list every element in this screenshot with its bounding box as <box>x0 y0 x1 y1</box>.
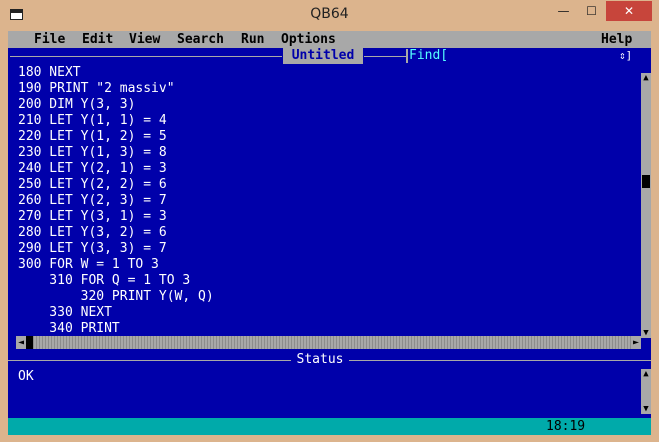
code-line[interactable]: 260 LET Y(2, 3) = 7 <box>18 193 638 209</box>
horizontal-scroll-thumb[interactable] <box>26 336 33 349</box>
find-divider <box>406 49 408 63</box>
clock: 18:19 <box>546 419 586 434</box>
vertical-scrollbar[interactable]: ▲ ▼ <box>641 73 651 338</box>
code-line[interactable]: 190 PRINT "2 massiv" <box>18 81 638 97</box>
menu-bar: File Edit View Search Run Options Help <box>8 31 651 48</box>
menu-view[interactable]: View <box>129 32 160 47</box>
code-line[interactable]: 250 LET Y(2, 2) = 6 <box>18 177 638 193</box>
qb64-client-area: File Edit View Search Run Options Help U… <box>8 31 651 435</box>
tab-untitled[interactable]: Untitled <box>283 48 363 64</box>
menu-run[interactable]: Run <box>241 32 264 47</box>
menu-search[interactable]: Search <box>177 32 224 47</box>
code-line[interactable]: 230 LET Y(1, 3) = 8 <box>18 145 638 161</box>
code-line[interactable]: 210 LET Y(1, 1) = 4 <box>18 113 638 129</box>
code-line[interactable]: 270 LET Y(3, 1) = 3 <box>18 209 638 225</box>
title-bar[interactable]: QB64 — ☐ ✕ <box>0 0 659 31</box>
find-scroll-icon[interactable]: ⇕] <box>619 49 637 62</box>
scroll-left-icon[interactable]: ◄ <box>16 336 26 349</box>
scroll-down-icon[interactable]: ▼ <box>641 328 651 338</box>
status-scrollbar[interactable]: ▲ ▼ <box>641 369 651 414</box>
code-line[interactable]: 200 DIM Y(3, 3) <box>18 97 638 113</box>
menu-help[interactable]: Help <box>601 32 632 47</box>
code-line[interactable]: 290 LET Y(3, 3) = 7 <box>18 241 638 257</box>
scroll-right-icon[interactable]: ► <box>631 336 641 349</box>
minimize-button[interactable]: — <box>550 1 577 21</box>
code-line[interactable]: 280 LET Y(3, 2) = 6 <box>18 225 638 241</box>
code-line[interactable]: 320 PRINT Y(W, Q) <box>18 289 638 305</box>
status-title: Status <box>291 352 349 368</box>
menu-edit[interactable]: Edit <box>82 32 113 47</box>
menu-file[interactable]: File <box>34 32 65 47</box>
code-line[interactable]: 240 LET Y(2, 1) = 3 <box>18 161 638 177</box>
find-field[interactable]: Find[ <box>409 48 641 64</box>
status-scroll-up-icon[interactable]: ▲ <box>641 369 651 379</box>
editor-top-border-right <box>364 56 406 57</box>
code-line[interactable]: 180 NEXT <box>18 65 638 81</box>
code-line[interactable]: 310 FOR Q = 1 TO 3 <box>18 273 638 289</box>
editor-top-border <box>10 56 282 57</box>
app-window: QB64 — ☐ ✕ File Edit View Search Run Opt… <box>0 0 659 442</box>
code-line[interactable]: 220 LET Y(1, 2) = 5 <box>18 129 638 145</box>
maximize-button[interactable]: ☐ <box>578 1 605 21</box>
close-button[interactable]: ✕ <box>606 1 652 21</box>
code-editor[interactable]: 180 NEXT 190 PRINT "2 massiv" 200 DIM Y(3,… <box>18 65 638 337</box>
code-line[interactable]: 330 NEXT <box>18 305 638 321</box>
bottom-status-bar: 18:19 <box>8 418 651 435</box>
scroll-thumb[interactable] <box>642 175 650 188</box>
horizontal-scrollbar[interactable]: ◄ ► <box>16 336 641 349</box>
code-line[interactable]: 300 FOR W = 1 TO 3 <box>18 257 638 273</box>
status-scroll-down-icon[interactable]: ▼ <box>641 404 651 414</box>
code-line[interactable]: 340 PRINT <box>18 321 638 337</box>
status-message: OK <box>18 369 34 384</box>
scroll-up-icon[interactable]: ▲ <box>641 73 651 83</box>
menu-options[interactable]: Options <box>281 32 336 47</box>
